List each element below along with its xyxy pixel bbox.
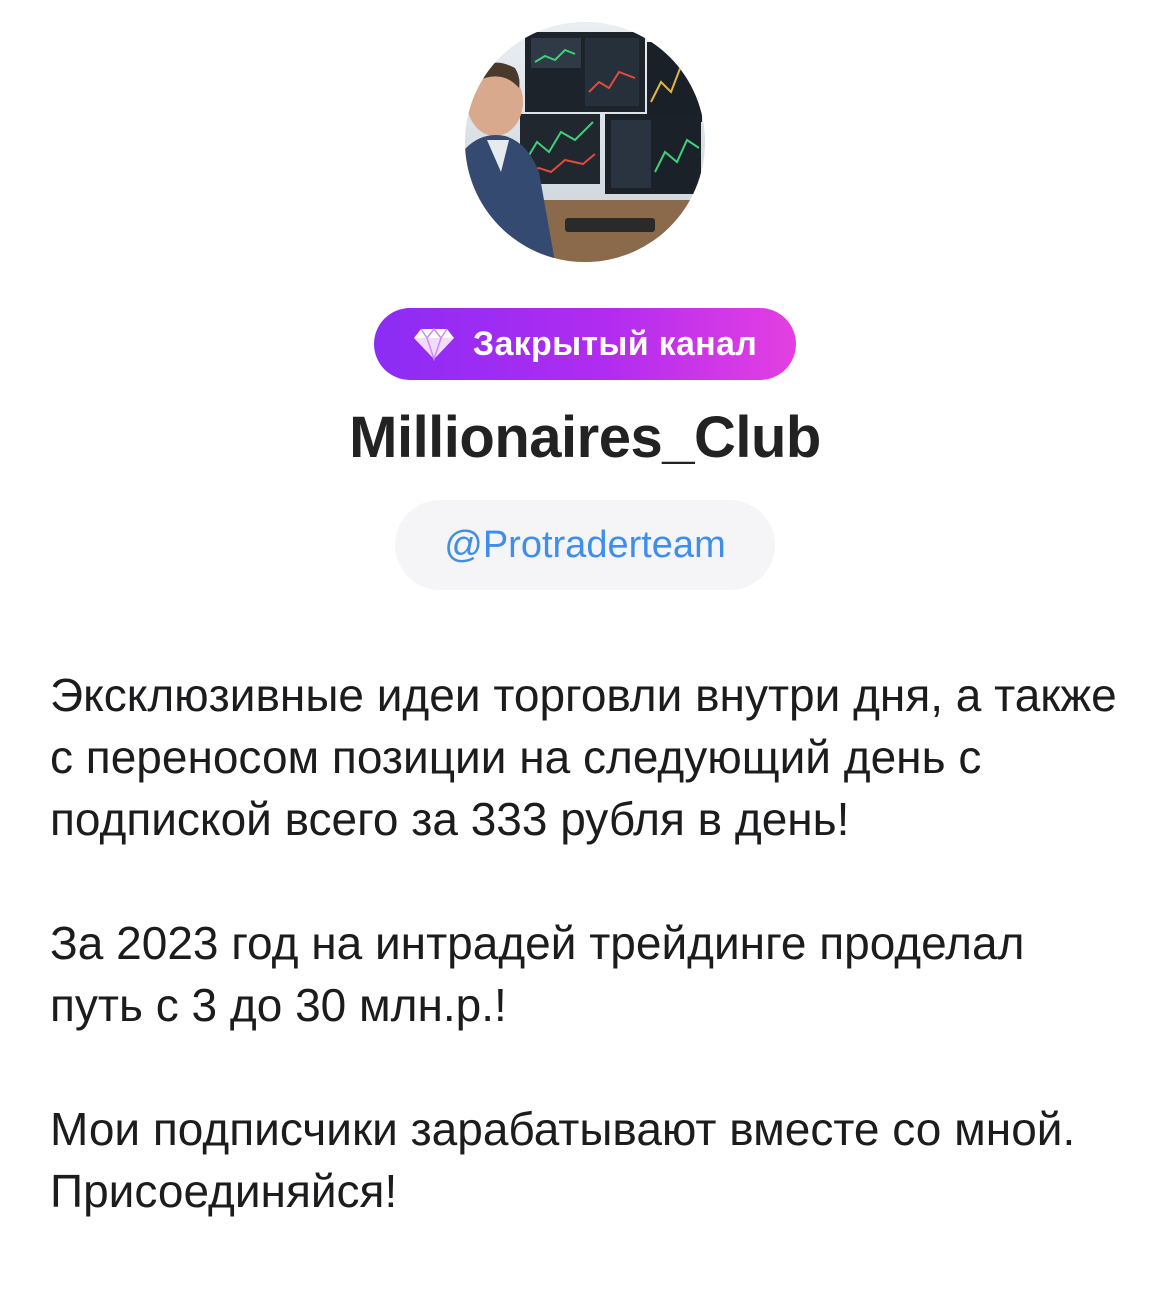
avatar-image (465, 22, 705, 262)
channel-title: Millionaires_Club (349, 405, 821, 470)
description-paragraph: За 2023 год на интрадей трейдинге продел… (50, 917, 1025, 1031)
channel-description: Эксклюзивные идеи торговли внутри дня, а… (50, 664, 1130, 1222)
description-paragraph: Эксклюзивные идеи торговли внутри дня, а… (50, 669, 1117, 845)
channel-avatar[interactable] (465, 22, 705, 262)
private-channel-badge: Закрытый канал (374, 308, 796, 380)
badge-label: Закрытый канал (472, 324, 758, 363)
diamond-icon (413, 327, 455, 361)
channel-handle-link[interactable]: @Protraderteam (395, 500, 775, 590)
description-paragraph: Мои подписчики зарабатывают вместе со мн… (50, 1103, 1076, 1217)
